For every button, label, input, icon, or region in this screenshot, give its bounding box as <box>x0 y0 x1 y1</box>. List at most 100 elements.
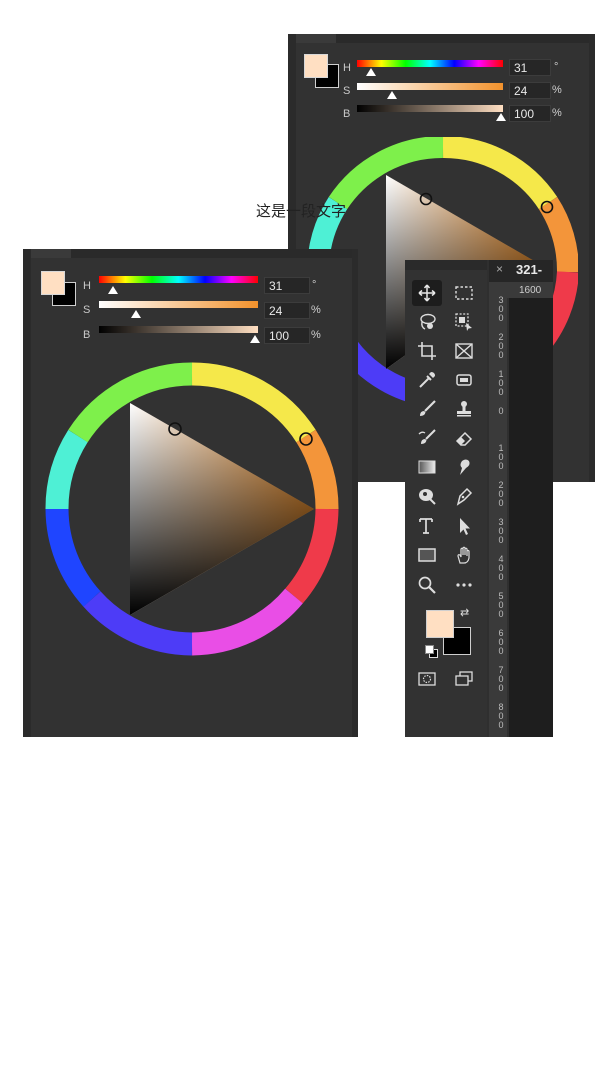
ruler-h-label: 1600 <box>519 285 542 296</box>
hue-slider-thumb[interactable] <box>366 68 376 76</box>
ruler-v-label: 3 0 0 <box>498 517 504 545</box>
crop-icon <box>418 342 436 360</box>
saturation-unit: % <box>552 84 562 96</box>
sb-triangle[interactable] <box>130 403 314 615</box>
brush-icon <box>420 400 436 416</box>
ruler-v-label: 5 0 0 <box>498 591 504 619</box>
marquee-tool[interactable] <box>449 280 479 306</box>
b-label: B <box>343 108 351 120</box>
b-label: B <box>83 329 91 341</box>
hue-slider[interactable] <box>99 276 258 283</box>
ruler-v-label: 1 0 0 <box>498 443 504 471</box>
color-panel-front: H 31 ° S 24 % B 100 % <box>23 249 358 737</box>
stamp-tool[interactable] <box>449 396 479 422</box>
h-label: H <box>343 62 351 74</box>
saturation-input[interactable]: 24 <box>509 82 551 99</box>
zoom-icon <box>418 576 436 594</box>
ruler-v-label: 1 0 0 <box>498 369 504 397</box>
dodge-icon <box>419 489 436 505</box>
pen-icon <box>456 487 473 506</box>
foreground-color-swatch[interactable] <box>41 271 65 295</box>
foreground-color-chip[interactable] <box>426 610 454 638</box>
brightness-slider-thumb[interactable] <box>250 335 260 343</box>
brightness-unit: % <box>311 329 321 341</box>
saturation-slider-thumb[interactable] <box>131 310 141 318</box>
more-tools[interactable] <box>449 572 479 598</box>
hand-tool[interactable] <box>449 542 479 568</box>
stamp-icon <box>457 401 471 417</box>
smudge-icon <box>460 459 470 475</box>
brush-tool[interactable] <box>412 396 442 422</box>
ruler-v-label: 3 0 0 <box>498 295 504 323</box>
ruler-v-label: 2 0 0 <box>498 480 504 508</box>
quick-mask-icon <box>418 672 436 686</box>
saturation-input[interactable]: 24 <box>264 302 310 319</box>
move-tool[interactable] <box>412 280 442 306</box>
color-wheel[interactable] <box>44 361 340 657</box>
brightness-slider[interactable] <box>357 105 503 112</box>
default-colors-icon[interactable] <box>425 645 438 658</box>
toolbar-grip[interactable] <box>405 260 487 270</box>
document-tab[interactable]: × 321- <box>489 260 553 282</box>
screen-mode-icon <box>455 671 473 686</box>
eraser-tool[interactable] <box>449 425 479 451</box>
foreground-color-swatch[interactable] <box>304 54 328 78</box>
brightness-slider-thumb[interactable] <box>496 113 506 121</box>
object-select-icon <box>455 313 472 331</box>
dodge-tool[interactable] <box>412 483 442 509</box>
eyedropper-tool[interactable] <box>412 367 442 393</box>
panel-top-strip <box>23 249 358 258</box>
zoom-tool[interactable] <box>412 572 442 598</box>
type-tool[interactable] <box>412 513 442 539</box>
path-select-tool[interactable] <box>449 513 479 539</box>
hue-input[interactable]: 31 <box>509 59 551 76</box>
gradient-icon <box>418 460 436 474</box>
history-brush-tool[interactable] <box>412 425 442 451</box>
ruler-v-label: 6 0 0 <box>498 628 504 656</box>
brightness-input[interactable]: 100 <box>264 327 310 344</box>
ruler-v-label: 4 0 0 <box>498 554 504 582</box>
saturation-slider-thumb[interactable] <box>387 91 397 99</box>
marquee-icon <box>455 286 473 300</box>
hue-unit: ° <box>554 61 559 73</box>
lasso-icon <box>420 313 436 330</box>
hue-input[interactable]: 31 <box>264 277 310 294</box>
pen-tool[interactable] <box>449 483 479 509</box>
lasso-tool[interactable] <box>412 309 442 335</box>
document-canvas[interactable] <box>509 298 553 737</box>
hue-slider[interactable] <box>357 60 503 67</box>
ellipsis-icon <box>456 583 472 587</box>
crop-tool[interactable] <box>412 338 442 364</box>
saturation-slider[interactable] <box>99 301 258 308</box>
frame-icon <box>455 343 473 359</box>
document-tab-title: 321- <box>516 262 543 277</box>
quick-mask-button[interactable] <box>412 666 442 692</box>
close-tab-icon[interactable]: × <box>496 262 503 276</box>
history-brush-icon <box>418 429 436 444</box>
eyedropper-icon <box>419 372 435 388</box>
gradient-tool[interactable] <box>412 454 442 480</box>
s-label: S <box>83 304 91 316</box>
rectangle-tool[interactable] <box>412 542 442 568</box>
saturation-unit: % <box>311 304 321 316</box>
path-select-icon <box>460 518 470 535</box>
saturation-slider[interactable] <box>357 83 503 90</box>
brightness-unit: % <box>552 107 562 119</box>
hand-icon <box>457 546 470 564</box>
ruler-v-label: 2 0 0 <box>498 332 504 360</box>
swap-colors-icon[interactable]: ⇄ <box>460 606 469 619</box>
frame-tool[interactable] <box>449 338 479 364</box>
smudge-tool[interactable] <box>449 454 479 480</box>
object-select-tool[interactable] <box>449 309 479 335</box>
rectangle-icon <box>418 548 436 562</box>
s-label: S <box>343 85 351 97</box>
brightness-input[interactable]: 100 <box>509 105 551 122</box>
brightness-slider[interactable] <box>99 326 258 333</box>
hue-slider-thumb[interactable] <box>108 286 118 294</box>
caption-text: 这是一段文字 <box>256 202 347 220</box>
h-label: H <box>83 280 91 292</box>
type-icon <box>419 518 433 534</box>
screen-mode-button[interactable] <box>449 666 479 692</box>
ruler-v-label: 8 0 0 <box>498 702 504 730</box>
healing-tool[interactable] <box>449 367 479 393</box>
